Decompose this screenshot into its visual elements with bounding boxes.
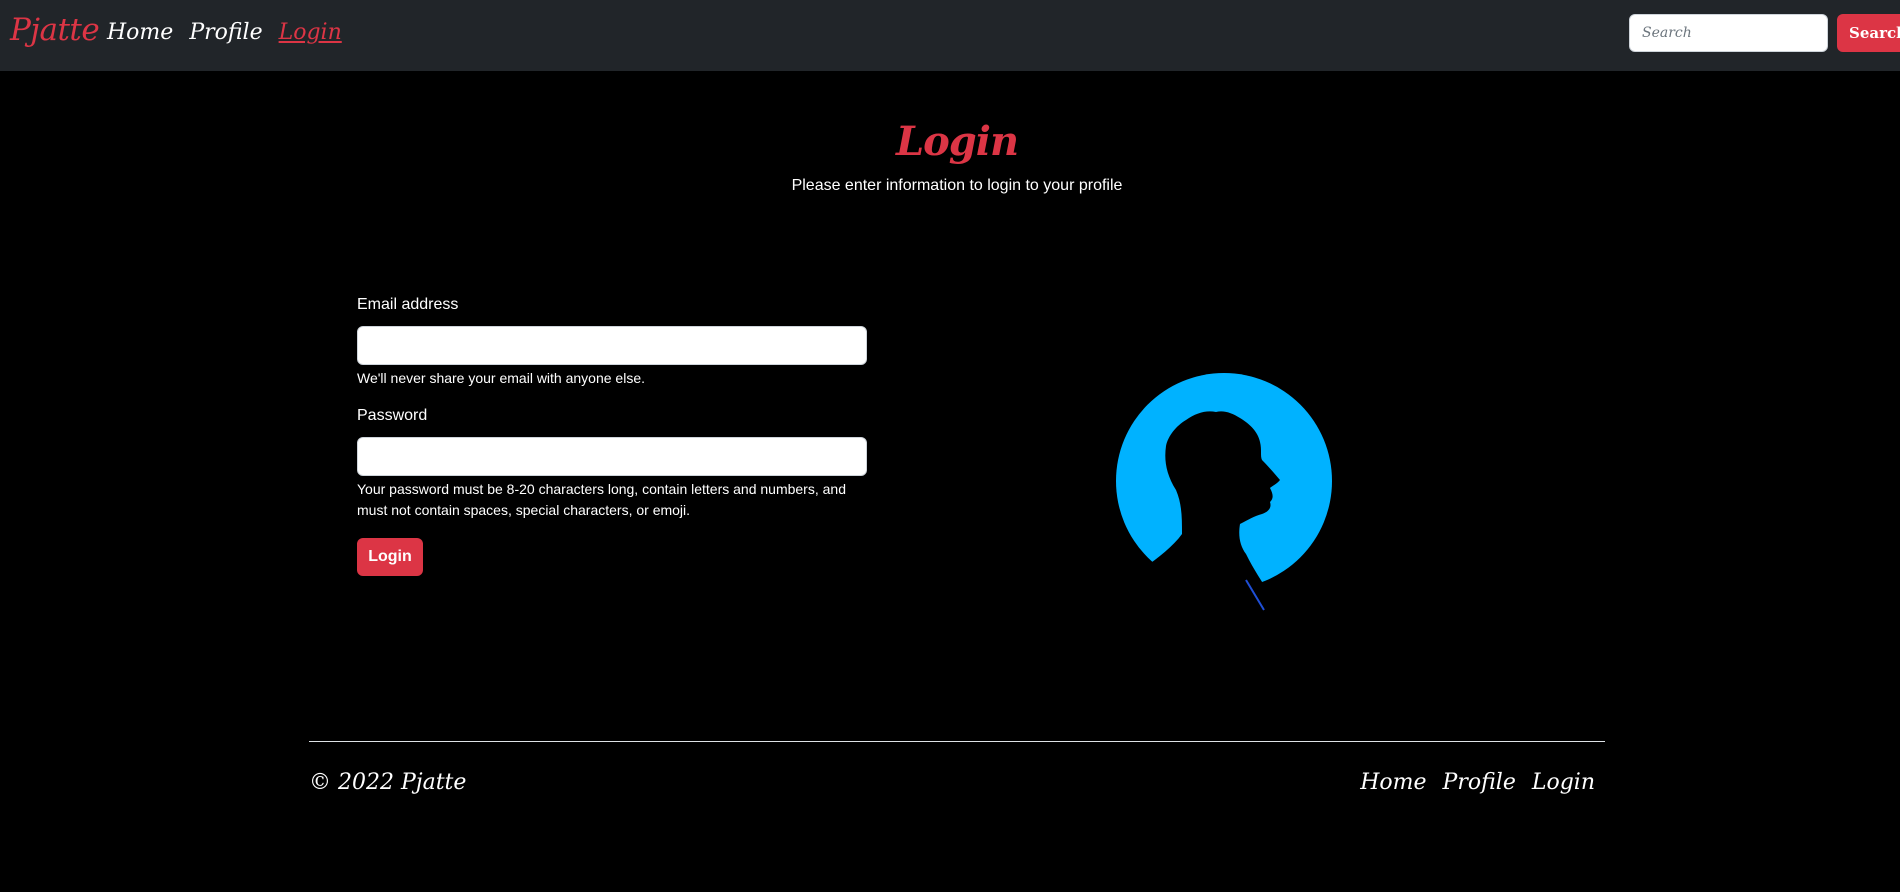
footer-link-profile[interactable]: Profile: [1443, 770, 1516, 795]
profile-silhouette-icon: [1110, 368, 1340, 618]
search-button[interactable]: Search: [1837, 14, 1900, 52]
nav-link-home[interactable]: Home: [107, 20, 173, 45]
footer-divider: [309, 741, 1605, 742]
nav-link-login[interactable]: Login: [279, 20, 342, 45]
password-help-text: Your password must be 8-20 characters lo…: [357, 481, 846, 518]
footer-copyright: © 2022 Pjatte: [309, 770, 467, 795]
search-input[interactable]: [1629, 14, 1828, 52]
page-subtitle: Please enter information to login to you…: [791, 177, 1123, 194]
email-field[interactable]: [357, 326, 867, 365]
brand-logo[interactable]: Pjatte: [10, 12, 100, 48]
page-title: Login: [895, 118, 1019, 165]
password-label: Password: [357, 407, 428, 424]
nav-link-profile[interactable]: Profile: [189, 20, 262, 45]
password-field[interactable]: [357, 437, 867, 476]
email-label: Email address: [357, 296, 459, 313]
email-help-text: We'll never share your email with anyone…: [357, 370, 645, 386]
footer-link-home[interactable]: Home: [1360, 770, 1426, 795]
login-button[interactable]: Login: [357, 538, 423, 576]
footer-links: Home Profile Login: [1360, 770, 1595, 795]
nav-links: Home Profile Login: [107, 20, 342, 45]
top-navbar: Pjatte Home Profile Login Search: [0, 0, 1900, 71]
footer-link-login[interactable]: Login: [1532, 770, 1595, 795]
